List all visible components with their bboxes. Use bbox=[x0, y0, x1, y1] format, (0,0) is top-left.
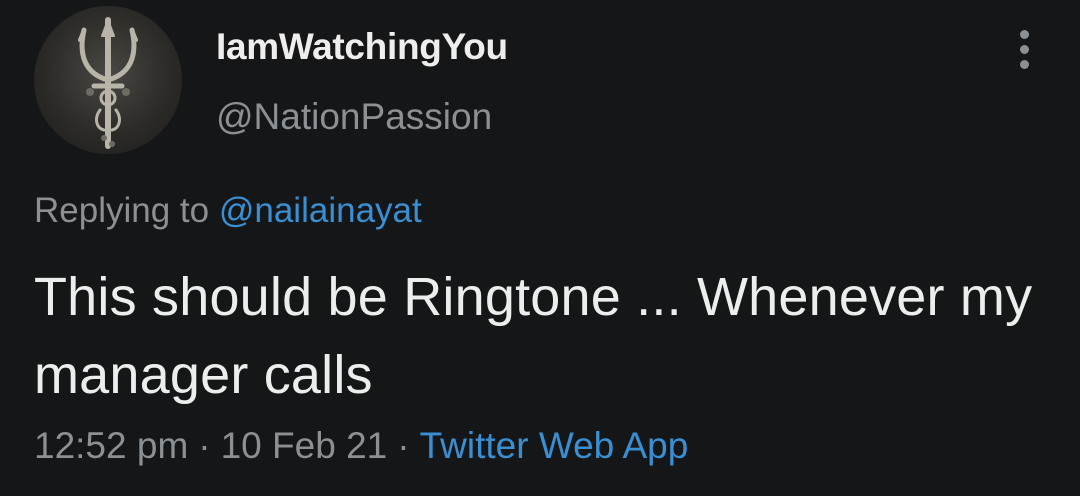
display-name[interactable]: IamWatchingYou bbox=[216, 26, 508, 68]
replying-to-label: Replying to bbox=[34, 191, 210, 230]
reply-mention-link[interactable]: @nailainayat bbox=[219, 191, 422, 230]
tweet-time[interactable]: 12:52 pm bbox=[34, 425, 188, 466]
user-handle[interactable]: @NationPassion bbox=[216, 96, 492, 138]
tweet-source-link[interactable]: Twitter Web App bbox=[420, 425, 689, 466]
avatar[interactable] bbox=[34, 6, 182, 154]
tweet-meta: 12:52 pm · 10 Feb 21 · Twitter Web App bbox=[34, 425, 688, 467]
tweet-date[interactable]: 10 Feb 21 bbox=[221, 425, 388, 466]
meta-separator: · bbox=[198, 425, 211, 466]
meta-separator: · bbox=[397, 425, 410, 466]
tweet-detail: IamWatchingYou @NationPassion Replying t… bbox=[0, 0, 1080, 496]
trishul-icon bbox=[78, 17, 138, 149]
tweet-text: This should be Ringtone ... Whenever my … bbox=[34, 267, 1033, 405]
more-vertical-icon[interactable] bbox=[1010, 30, 1038, 70]
replying-to: Replying to @nailainayat bbox=[34, 191, 422, 231]
